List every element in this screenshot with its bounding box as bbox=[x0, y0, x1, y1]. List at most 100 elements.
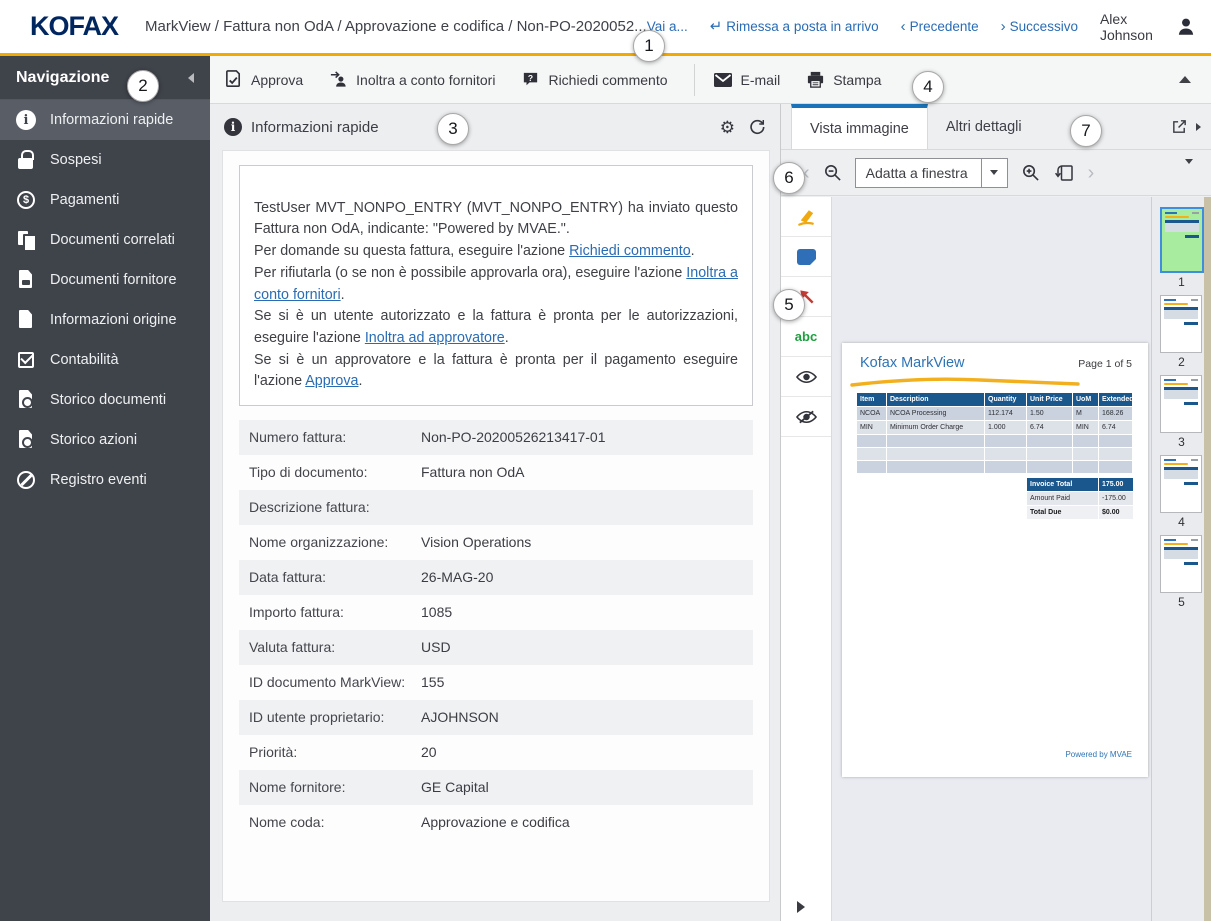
print-button[interactable]: Stampa bbox=[806, 70, 881, 89]
field-label: Valuta fattura: bbox=[249, 638, 421, 657]
highlighter-icon bbox=[796, 206, 817, 227]
highlighter-tool[interactable] bbox=[781, 197, 831, 237]
sidebar-item[interactable]: Documenti fornitore bbox=[0, 260, 210, 300]
toolbar-collapse-icon[interactable] bbox=[1179, 76, 1191, 83]
field-label: Importo fattura: bbox=[249, 603, 421, 622]
refresh-icon[interactable] bbox=[748, 118, 766, 136]
field-label: Tipo di documento: bbox=[249, 463, 421, 482]
invoice-summary-row: Total Due $0.00 bbox=[1027, 506, 1133, 520]
invoice-header-row: ItemDescriptionQuantityUnit PriceUoMExte… bbox=[857, 393, 1133, 407]
summary-value: $0.00 bbox=[1099, 506, 1133, 520]
text-annotation-tool[interactable]: abc bbox=[781, 317, 831, 357]
hide-annotations-tool[interactable] bbox=[781, 397, 831, 437]
tab-image-view[interactable]: Vista immagine bbox=[791, 104, 928, 149]
callout-4: 4 bbox=[912, 71, 944, 103]
document-title: Kofax MarkView bbox=[860, 355, 965, 371]
invoice-summary-row: Amount Paid -175.00 bbox=[1027, 492, 1133, 506]
previous-link[interactable]: ‹Precedente bbox=[901, 19, 979, 34]
invoice-cell bbox=[1099, 461, 1133, 474]
forward-to-vendor-button[interactable]: Inoltra a conto fornitori bbox=[329, 70, 495, 89]
invoice-cell bbox=[857, 435, 887, 448]
page-thumbnail[interactable]: 2 bbox=[1160, 295, 1204, 369]
page-thumbnail[interactable]: 5 bbox=[1160, 535, 1204, 609]
invoice-row bbox=[857, 448, 1133, 461]
sidebar-item[interactable]: Registro eventi bbox=[0, 460, 210, 500]
sidebar-item[interactable]: Sospesi bbox=[0, 140, 210, 180]
zoom-in-icon[interactable] bbox=[1021, 163, 1040, 182]
linked-documents-icon bbox=[16, 230, 36, 250]
field-label: Priorità: bbox=[249, 743, 421, 762]
open-in-new-window-icon[interactable] bbox=[1171, 118, 1188, 135]
navigation-header: Navigazione bbox=[0, 56, 210, 100]
panel-title: Informazioni rapide bbox=[251, 119, 379, 136]
field-value: 26-MAG-20 bbox=[421, 568, 493, 587]
zoom-out-icon[interactable] bbox=[823, 163, 842, 182]
field-value: Approvazione e codifica bbox=[421, 813, 570, 832]
chevron-down-icon bbox=[990, 170, 998, 175]
sidebar-item[interactable]: Informazioni rapide bbox=[0, 100, 210, 140]
rotate-page-icon[interactable] bbox=[1053, 163, 1075, 183]
invoice-cell: NCOA Processing bbox=[887, 407, 985, 421]
tab-other-details[interactable]: Altri dettagli bbox=[928, 104, 1040, 149]
thumbnail-scrollbar[interactable] bbox=[1204, 197, 1211, 921]
page-thumbnail[interactable]: 4 bbox=[1160, 455, 1204, 529]
field-label: Descrizione fattura: bbox=[249, 498, 421, 517]
sidebar-item[interactable]: Storico azioni bbox=[0, 420, 210, 460]
approve-link[interactable]: Approva bbox=[305, 373, 358, 389]
viewer-menu-caret-icon[interactable] bbox=[1185, 164, 1201, 182]
field-value: 1085 bbox=[421, 603, 452, 622]
viewer-body: abc Kofax MarkView Page 1 of 5 ItemDescr… bbox=[781, 197, 1211, 921]
sidebar-item[interactable]: Contabilità bbox=[0, 340, 210, 380]
gear-icon[interactable]: ⚙ bbox=[720, 119, 735, 136]
action-toolbar: Approva Inoltra a conto fornitori ? Rich… bbox=[210, 56, 1211, 104]
sticky-note-icon bbox=[797, 249, 816, 265]
zoom-mode-select[interactable]: Adatta a finestra bbox=[855, 158, 1008, 188]
person-icon[interactable] bbox=[1175, 16, 1197, 38]
instruction-text: TestUser MVT_NONPO_ENTRY (MVT_NONPO_ENTR… bbox=[239, 165, 753, 406]
approve-icon bbox=[224, 70, 243, 89]
document-icon bbox=[16, 310, 36, 330]
zoom-mode-value: Adatta a finestra bbox=[855, 158, 981, 188]
thumbnail-page-number: 1 bbox=[1160, 275, 1204, 289]
lock-icon bbox=[16, 150, 36, 170]
field-label: Numero fattura: bbox=[249, 428, 421, 447]
field-value: 155 bbox=[421, 673, 444, 692]
sidebar-item[interactable]: Storico documenti bbox=[0, 380, 210, 420]
page-thumbnail[interactable]: 1 bbox=[1160, 207, 1204, 289]
invoice-cell: Extended bbox=[1099, 393, 1133, 407]
invoice-cell: 168.26 bbox=[1099, 407, 1133, 421]
approve-button[interactable]: Approva bbox=[224, 70, 303, 89]
invoice-cell: 1.000 bbox=[985, 421, 1027, 435]
field-row: ID documento MarkView: 155 bbox=[239, 665, 753, 700]
document-viewer-panel: Vista immagine Altri dettagli ‹ Adatta a… bbox=[780, 104, 1211, 921]
expand-rail-icon[interactable] bbox=[797, 901, 805, 913]
next-link[interactable]: ›Successivo bbox=[1001, 19, 1078, 34]
return-to-inbox-link[interactable]: ↵Rimessa a posta in arrivo bbox=[710, 19, 879, 34]
page-thumbnail[interactable]: 3 bbox=[1160, 375, 1204, 449]
quick-info-panel: Informazioni rapide ⚙ TestUser MVT_NONPO… bbox=[210, 104, 780, 921]
field-row: Numero fattura: Non-PO-20200526213417-01 bbox=[239, 420, 753, 455]
field-label: Nome organizzazione: bbox=[249, 533, 421, 552]
email-button[interactable]: E-mail bbox=[713, 72, 781, 88]
field-value: GE Capital bbox=[421, 778, 489, 797]
abc-text-icon: abc bbox=[795, 329, 817, 344]
eye-slash-icon bbox=[796, 410, 817, 424]
sidebar-collapse-icon[interactable] bbox=[188, 73, 194, 83]
sidebar-item[interactable]: Informazioni origine bbox=[0, 300, 210, 340]
panel-menu-caret-icon[interactable] bbox=[1196, 123, 1201, 131]
forward-to-approver-link[interactable]: Inoltra ad approvatore bbox=[365, 330, 505, 346]
document-canvas[interactable]: Kofax MarkView Page 1 of 5 ItemDescripti… bbox=[832, 197, 1151, 921]
next-page-icon[interactable]: › bbox=[1088, 163, 1095, 183]
sticky-note-tool[interactable] bbox=[781, 237, 831, 277]
header-links: Vai a... ↵Rimessa a posta in arrivo ‹Pre… bbox=[647, 11, 1197, 43]
zoom-mode-dropdown-button[interactable] bbox=[981, 158, 1008, 188]
request-comment-link[interactable]: Richiedi commento bbox=[569, 243, 691, 259]
document-page[interactable]: Kofax MarkView Page 1 of 5 ItemDescripti… bbox=[842, 343, 1148, 777]
invoice-row bbox=[857, 461, 1133, 474]
request-comment-button[interactable]: ? Richiedi commento bbox=[521, 70, 667, 89]
sidebar-item[interactable]: Pagamenti bbox=[0, 180, 210, 220]
show-annotations-tool[interactable] bbox=[781, 357, 831, 397]
sidebar-item[interactable]: Documenti correlati bbox=[0, 220, 210, 260]
field-label: Data fattura: bbox=[249, 568, 421, 587]
callout-7: 7 bbox=[1070, 115, 1102, 147]
